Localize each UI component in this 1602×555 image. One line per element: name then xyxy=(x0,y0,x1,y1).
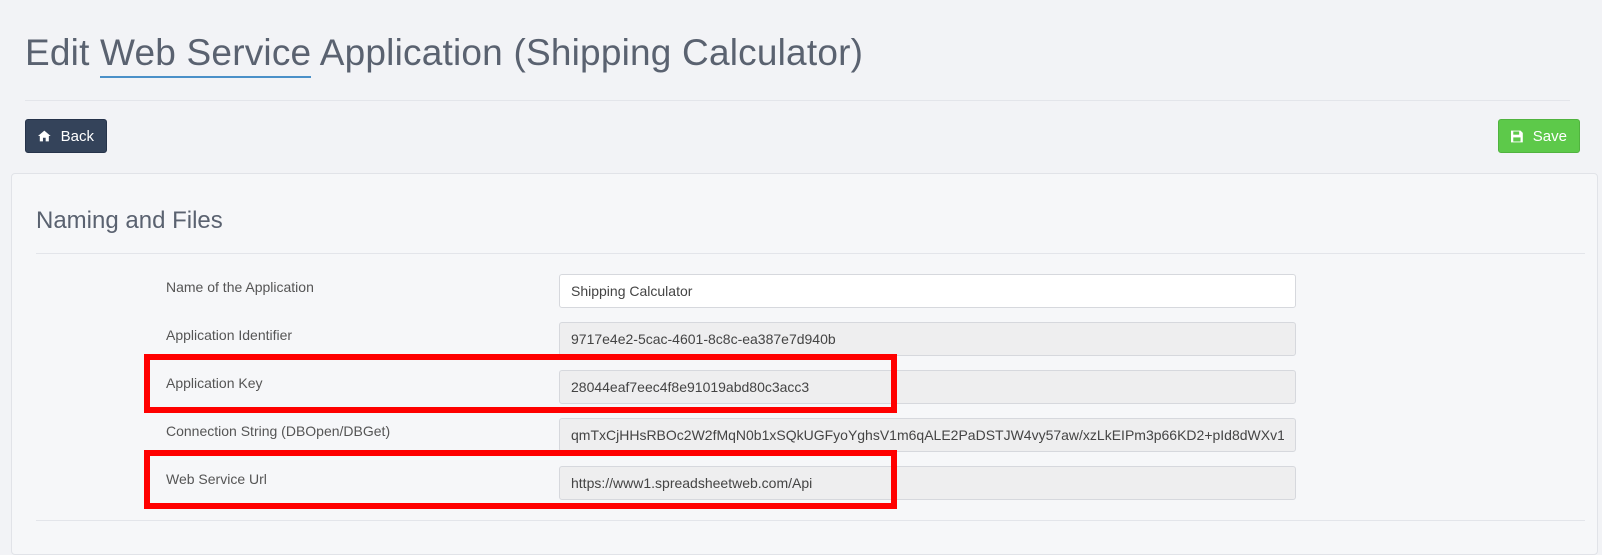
web-service-url-label: Web Service Url xyxy=(166,471,267,487)
page-title: Edit Web Service Application (Shipping C… xyxy=(25,32,863,78)
application-key-input[interactable] xyxy=(559,370,1296,404)
form-row-identifier: Application Identifier xyxy=(12,322,1597,356)
naming-and-files-panel: Naming and Files Name of the Application… xyxy=(11,173,1598,555)
web-service-url-input[interactable] xyxy=(559,466,1296,500)
home-icon xyxy=(38,130,51,142)
application-key-label: Application Key xyxy=(166,375,263,391)
save-button[interactable]: Save xyxy=(1498,119,1580,153)
back-button[interactable]: Back xyxy=(25,119,107,153)
connection-string-input[interactable] xyxy=(559,418,1296,452)
form-row-url: Web Service Url xyxy=(12,466,1597,500)
connection-string-label: Connection String (DBOpen/DBGet) xyxy=(166,423,391,439)
save-button-label: Save xyxy=(1532,127,1567,145)
web-service-link[interactable]: Web Service xyxy=(100,32,312,78)
page-title-suffix: Application (Shipping Calculator) xyxy=(311,32,864,73)
page-title-prefix: Edit xyxy=(25,32,101,73)
floppy-disk-icon xyxy=(1511,130,1523,142)
section-divider xyxy=(36,253,1585,254)
back-button-label: Back xyxy=(60,127,94,145)
application-name-label: Name of the Application xyxy=(166,279,314,295)
application-identifier-label: Application Identifier xyxy=(166,327,293,343)
form-row-name: Name of the Application xyxy=(12,274,1597,308)
form-row-connection: Connection String (DBOpen/DBGet) xyxy=(12,418,1597,452)
form-row-key: Application Key xyxy=(12,370,1597,404)
section-title: Naming and Files xyxy=(36,207,223,234)
page-header: Edit Web Service Application (Shipping C… xyxy=(25,30,1570,101)
application-name-input[interactable] xyxy=(559,274,1296,308)
bottom-divider xyxy=(36,520,1585,521)
application-identifier-input[interactable] xyxy=(559,322,1296,356)
